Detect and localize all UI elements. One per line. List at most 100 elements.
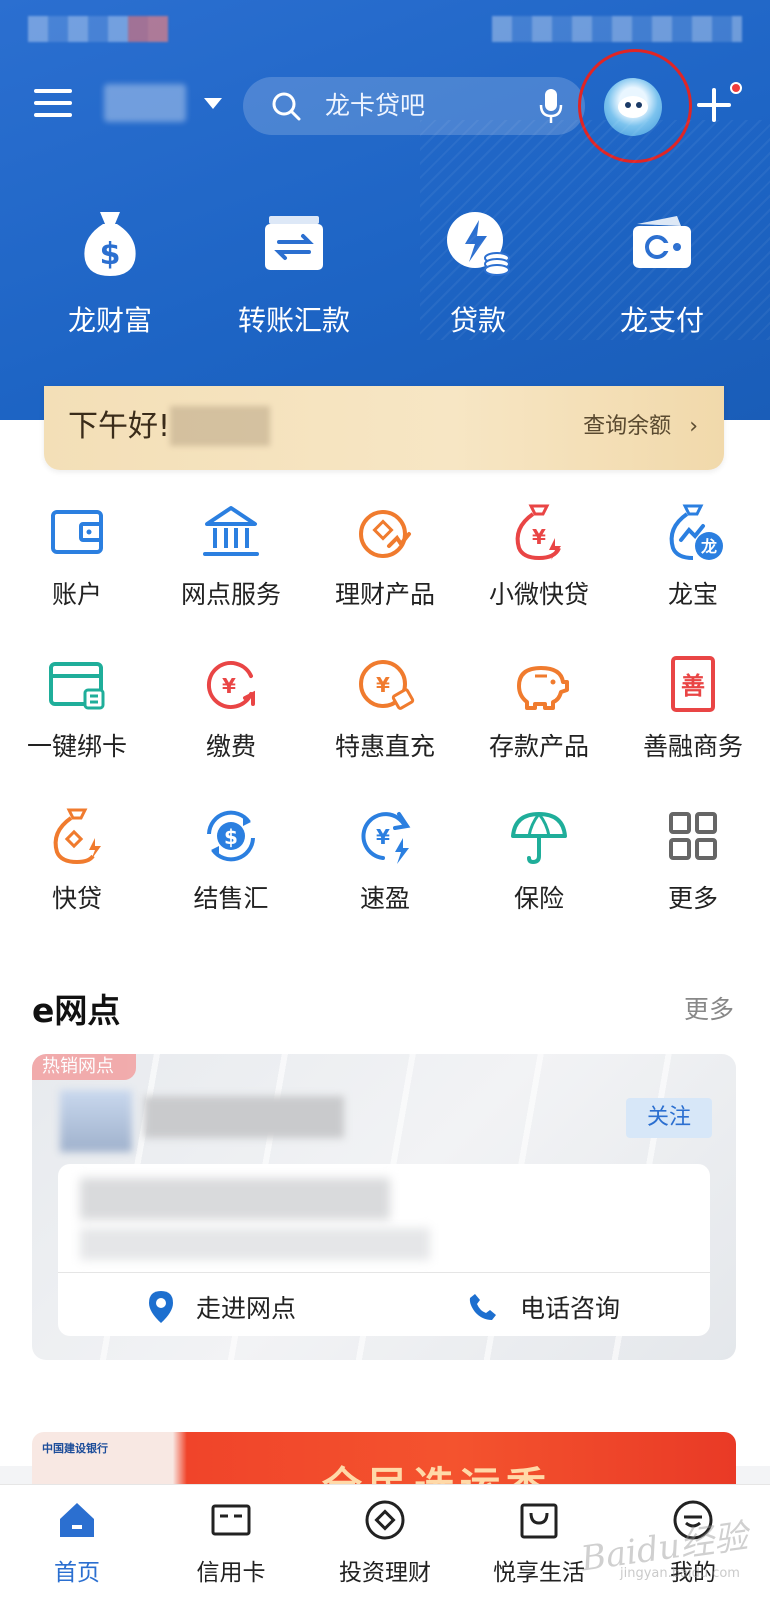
- service-shanrong[interactable]: 善 善融商务: [616, 652, 770, 762]
- service-small-loan[interactable]: ¥ 小微快贷: [462, 500, 616, 610]
- svg-text:$: $: [100, 237, 121, 272]
- location-pin-icon: [149, 1291, 173, 1323]
- service-label: 结售汇: [193, 884, 269, 913]
- phone-consult-button[interactable]: 电话咨询: [468, 1282, 620, 1332]
- svg-text:¥: ¥: [376, 825, 390, 849]
- quick-action-longpay[interactable]: 龙支付: [582, 206, 742, 338]
- service-payment[interactable]: ¥ 缴费: [154, 652, 308, 762]
- svg-text:$: $: [224, 825, 238, 849]
- caret-down-icon[interactable]: [204, 98, 222, 109]
- service-label: 快贷: [51, 884, 102, 913]
- shanrong-icon: 善: [671, 656, 715, 712]
- hot-tag: 热销网点: [32, 1054, 136, 1080]
- suying-icon: ¥: [361, 812, 411, 864]
- avatar-face: [618, 96, 648, 118]
- eoutlet-more-link[interactable]: 更多: [684, 990, 734, 1026]
- transfer-icon: [265, 216, 323, 270]
- quick-action-label: 龙财富: [67, 304, 152, 337]
- service-suying[interactable]: ¥ 速盈: [308, 804, 462, 914]
- home-icon: [60, 1503, 94, 1537]
- phone-consult-label: 电话咨询: [520, 1294, 621, 1323]
- credit-card-icon: [211, 1504, 251, 1536]
- svg-text:善: 善: [681, 672, 705, 700]
- recharge-icon: ¥: [359, 660, 415, 710]
- service-longbao[interactable]: 龙 龙宝: [616, 500, 770, 610]
- microphone-icon[interactable]: [539, 88, 563, 124]
- tab-credit-card[interactable]: 信用卡: [154, 1499, 308, 1587]
- check-balance-link[interactable]: 查询余额 ›: [583, 412, 698, 442]
- service-bind-card[interactable]: 一键绑卡: [0, 652, 154, 762]
- payment-icon: ¥: [207, 661, 255, 709]
- service-exchange[interactable]: $ 结售汇: [154, 804, 308, 914]
- menu-icon[interactable]: [34, 86, 72, 120]
- service-label: 速盈: [359, 884, 410, 913]
- service-deposit[interactable]: 存款产品: [462, 652, 616, 762]
- shopping-bag-icon: [520, 1503, 558, 1539]
- service-quick-loan[interactable]: 快贷: [0, 804, 154, 914]
- loan-icon: [447, 212, 510, 276]
- avatar-eye-icon: [625, 102, 631, 108]
- avatar[interactable]: [604, 78, 662, 136]
- branch-info-panel: 走进网点 电话咨询: [58, 1164, 710, 1336]
- quick-action-longcaifu[interactable]: $ 龙财富: [30, 206, 190, 338]
- plus-icon[interactable]: [697, 88, 731, 122]
- greeting-card: 下午好! 查询余额 ›: [44, 386, 724, 470]
- greeting-text: 下午好!: [68, 409, 171, 444]
- wallet-icon: [51, 510, 103, 554]
- piggy-bank-icon: [517, 666, 569, 710]
- small-loan-icon: ¥: [515, 504, 561, 561]
- quick-action-transfer[interactable]: 转账汇款: [214, 206, 374, 338]
- follow-button[interactable]: 关注: [626, 1098, 712, 1138]
- service-finance-product[interactable]: 理财产品: [308, 500, 462, 610]
- promo-banner[interactable]: 中国建设银行 全民选运香: [32, 1432, 736, 1492]
- baidu-watermark-url: jingyan.baidu.com: [620, 1566, 740, 1581]
- quick-action-loan[interactable]: 贷款: [398, 206, 558, 338]
- invest-icon: [365, 1500, 405, 1540]
- service-label: 特惠直充: [334, 732, 435, 761]
- user-name-blurred: [170, 406, 270, 446]
- service-recharge[interactable]: ¥ 特惠直充: [308, 652, 462, 762]
- service-label: 龙宝: [667, 580, 718, 609]
- chevron-right-icon: ›: [689, 414, 698, 439]
- more-grid-icon: [669, 812, 717, 860]
- branch-detail-blurred: [80, 1228, 430, 1260]
- service-label: 账户: [51, 580, 102, 609]
- quick-loan-icon: [53, 808, 101, 865]
- tab-label: 首页: [54, 1560, 100, 1586]
- divider: [58, 1272, 710, 1273]
- wallet-pay-icon: [633, 216, 691, 268]
- search-bar[interactable]: 龙卡贷吧: [243, 77, 585, 135]
- service-outlet[interactable]: 网点服务: [154, 500, 308, 610]
- branch-name-blurred: [144, 1096, 344, 1138]
- phone-icon: [469, 1294, 496, 1320]
- umbrella-icon: [511, 812, 567, 865]
- tab-home[interactable]: 首页: [0, 1499, 154, 1587]
- service-insurance[interactable]: 保险: [462, 804, 616, 914]
- tab-invest[interactable]: 投资理财: [308, 1499, 462, 1587]
- branch-address-blurred: [80, 1178, 390, 1220]
- svg-text:¥: ¥: [376, 673, 390, 697]
- branch-logo-blurred: [60, 1090, 132, 1152]
- quick-action-label: 贷款: [449, 304, 506, 337]
- avatar-eye-icon: [636, 102, 642, 108]
- eoutlet-title: e网点: [32, 991, 121, 1030]
- service-label: 网点服务: [180, 580, 281, 609]
- exchange-icon: $: [207, 810, 255, 862]
- ccb-logo: 中国建设银行: [42, 1442, 108, 1455]
- svg-text:龙: 龙: [700, 537, 717, 556]
- service-more[interactable]: 更多: [616, 804, 770, 914]
- enter-branch-label: 走进网点: [196, 1294, 297, 1323]
- service-label: 缴费: [205, 732, 256, 761]
- svg-text:¥: ¥: [532, 525, 546, 549]
- branch-card[interactable]: 热销网点 关注 走进网点 电话咨询: [32, 1054, 736, 1360]
- enter-branch-button[interactable]: 走进网点: [148, 1282, 296, 1332]
- status-bar-right-blurred: [492, 16, 742, 42]
- service-label: 一键绑卡: [26, 732, 127, 761]
- service-label: 存款产品: [488, 732, 589, 761]
- bind-card-icon: [49, 662, 105, 710]
- tab-label: 信用卡: [196, 1560, 266, 1586]
- status-bar-left-blurred: [28, 16, 168, 42]
- service-account[interactable]: 账户: [0, 500, 154, 610]
- search-icon: [272, 92, 301, 121]
- location-selector-blurred[interactable]: [104, 84, 186, 122]
